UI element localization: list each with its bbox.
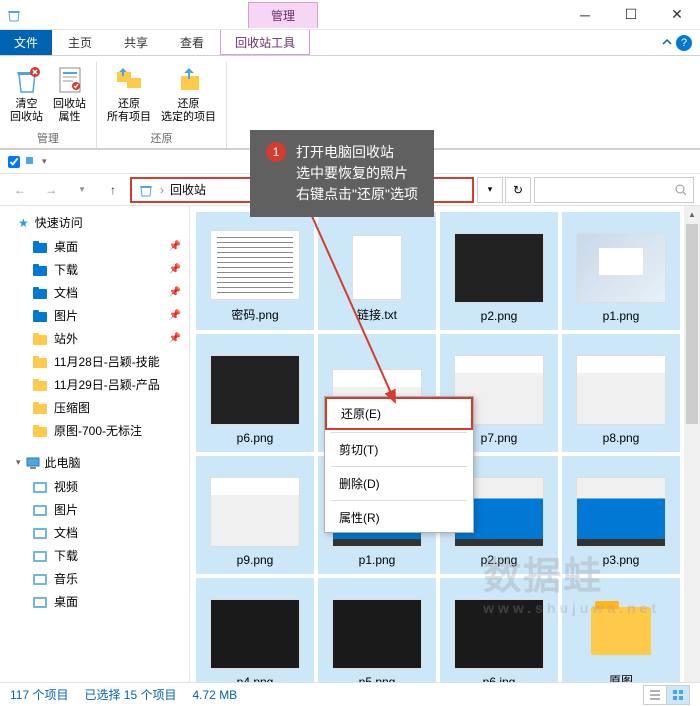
status-size: 4.72 MB bbox=[193, 688, 238, 702]
tab-file[interactable]: 文件 bbox=[0, 30, 52, 55]
file-item[interactable]: p3.png bbox=[562, 456, 680, 574]
view-dropdown-icon[interactable] bbox=[26, 157, 36, 167]
sidebar-quick-access[interactable]: ★ 快速访问 bbox=[0, 210, 189, 235]
library-icon bbox=[32, 479, 48, 495]
pin-icon: 📌 bbox=[169, 333, 181, 344]
file-item[interactable]: p9.png bbox=[196, 456, 314, 574]
nav-up-button[interactable]: ↑ bbox=[99, 177, 127, 203]
ribbon-collapse-icon[interactable] bbox=[662, 38, 672, 48]
pc-icon bbox=[25, 455, 41, 471]
library-icon bbox=[32, 594, 48, 610]
manage-context-tab: 管理 bbox=[248, 2, 318, 28]
ribbon-group-restore: 还原 bbox=[105, 128, 218, 148]
pin-icon: 📌 bbox=[169, 264, 181, 275]
file-item[interactable]: p8.png bbox=[562, 334, 680, 452]
breadcrumb-location[interactable]: 回收站 bbox=[170, 181, 206, 198]
ctx-properties[interactable]: 属性(R) bbox=[325, 503, 473, 532]
select-all-checkbox[interactable] bbox=[8, 156, 20, 168]
tab-home[interactable]: 主页 bbox=[52, 30, 108, 55]
folder-icon bbox=[32, 354, 48, 370]
refresh-button[interactable]: ↻ bbox=[505, 177, 531, 203]
sidebar-item[interactable]: 图片📌 bbox=[0, 304, 189, 327]
sidebar-pc-item[interactable]: 音乐 bbox=[0, 567, 189, 590]
folder-icon bbox=[32, 239, 48, 255]
sidebar-item[interactable]: 压缩图 bbox=[0, 396, 189, 419]
status-selected-count: 已选择 15 个项目 bbox=[84, 686, 176, 703]
breadcrumb-separator: › bbox=[160, 183, 164, 197]
restore-selected-button[interactable]: 还原 选定的项目 bbox=[159, 62, 218, 128]
folder-icon bbox=[32, 423, 48, 439]
empty-recycle-bin-button[interactable]: 清空 回收站 bbox=[8, 62, 45, 128]
navigation-sidebar[interactable]: ★ 快速访问 桌面📌下载📌文档📌图片📌站外📌11月28日-吕颖-技能11月29日… bbox=[0, 206, 190, 698]
nav-forward-button: → bbox=[37, 177, 65, 203]
address-dropdown-button[interactable]: ▾ bbox=[477, 177, 503, 203]
sidebar-pc-item[interactable]: 文档 bbox=[0, 521, 189, 544]
pin-icon: 📌 bbox=[169, 241, 181, 252]
folder-icon bbox=[32, 331, 48, 347]
recycle-bin-properties-button[interactable]: 回收站 属性 bbox=[51, 62, 88, 128]
nav-back-button[interactable]: ← bbox=[6, 177, 34, 203]
sidebar-item[interactable]: 11月28日-吕颖-技能 bbox=[0, 350, 189, 373]
sidebar-item[interactable]: 桌面📌 bbox=[0, 235, 189, 258]
ctx-cut[interactable]: 剪切(T) bbox=[325, 435, 473, 464]
restore-all-button[interactable]: 还原 所有项目 bbox=[105, 62, 153, 128]
sidebar-item[interactable]: 11月29日-吕颖-产品 bbox=[0, 373, 189, 396]
expand-icon[interactable]: ▾ bbox=[16, 457, 21, 468]
recycle-bin-icon bbox=[0, 7, 28, 23]
tab-share[interactable]: 共享 bbox=[108, 30, 164, 55]
context-menu: 还原(E) 剪切(T) 删除(D) 属性(R) bbox=[324, 396, 474, 533]
file-item[interactable]: p6.png bbox=[196, 334, 314, 452]
library-icon bbox=[32, 548, 48, 564]
sidebar-item[interactable]: 原图-700-无标注 bbox=[0, 419, 189, 442]
callout-number: 1 bbox=[266, 142, 286, 162]
ctx-delete[interactable]: 删除(D) bbox=[325, 469, 473, 498]
file-item[interactable]: p6.jpg bbox=[440, 578, 558, 696]
tab-recycle-tools[interactable]: 回收站工具 bbox=[220, 30, 310, 55]
sidebar-item[interactable]: 文档📌 bbox=[0, 281, 189, 304]
file-item[interactable]: p5.png bbox=[318, 578, 436, 696]
pin-icon: 📌 bbox=[169, 310, 181, 321]
view-thumbnails-button[interactable] bbox=[666, 685, 690, 705]
minimize-button[interactable]: ─ bbox=[562, 0, 608, 30]
ctx-restore[interactable]: 还原(E) bbox=[325, 397, 473, 430]
folder-icon bbox=[32, 285, 48, 301]
maximize-button[interactable]: ☐ bbox=[608, 0, 654, 30]
file-item[interactable]: 链接.txt bbox=[318, 212, 436, 330]
close-button[interactable]: ✕ bbox=[654, 0, 700, 30]
file-item[interactable]: p2.png bbox=[440, 212, 558, 330]
library-icon bbox=[32, 525, 48, 541]
vertical-scrollbar[interactable]: ▲ ▼ bbox=[684, 206, 700, 698]
tab-view[interactable]: 查看 bbox=[164, 30, 220, 55]
star-icon: ★ bbox=[18, 216, 29, 230]
folder-icon bbox=[32, 377, 48, 393]
sidebar-pc-item[interactable]: 桌面 bbox=[0, 590, 189, 613]
sidebar-pc-item[interactable]: 图片 bbox=[0, 498, 189, 521]
library-icon bbox=[32, 502, 48, 518]
nav-recent-dropdown[interactable]: ▾ bbox=[68, 177, 96, 203]
status-item-count: 117 个项目 bbox=[10, 686, 68, 703]
library-icon bbox=[32, 571, 48, 587]
instruction-callout: 1 打开电脑回收站 选中要恢复的照片 右键点击"还原"选项 bbox=[250, 130, 434, 217]
sidebar-item[interactable]: 站外📌 bbox=[0, 327, 189, 350]
folder-icon bbox=[32, 262, 48, 278]
recycle-bin-icon bbox=[138, 182, 154, 198]
search-input[interactable] bbox=[534, 177, 694, 203]
pin-icon: 📌 bbox=[169, 287, 181, 298]
status-bar: 117 个项目 已选择 15 个项目 4.72 MB bbox=[0, 682, 700, 706]
file-item[interactable]: 原图 bbox=[562, 578, 680, 696]
sidebar-item[interactable]: 下载📌 bbox=[0, 258, 189, 281]
folder-icon bbox=[32, 308, 48, 324]
folder-icon bbox=[32, 400, 48, 416]
file-item[interactable]: 密码.png bbox=[196, 212, 314, 330]
sidebar-pc-item[interactable]: 视频 bbox=[0, 475, 189, 498]
file-item[interactable]: p1.png bbox=[562, 212, 680, 330]
file-item[interactable]: p4.png bbox=[196, 578, 314, 696]
view-details-button[interactable] bbox=[643, 685, 667, 705]
sidebar-this-pc[interactable]: ▾ 此电脑 bbox=[0, 450, 189, 475]
help-icon[interactable]: ? bbox=[676, 35, 692, 51]
ribbon-group-manage: 管理 bbox=[8, 128, 88, 148]
sidebar-pc-item[interactable]: 下载 bbox=[0, 544, 189, 567]
